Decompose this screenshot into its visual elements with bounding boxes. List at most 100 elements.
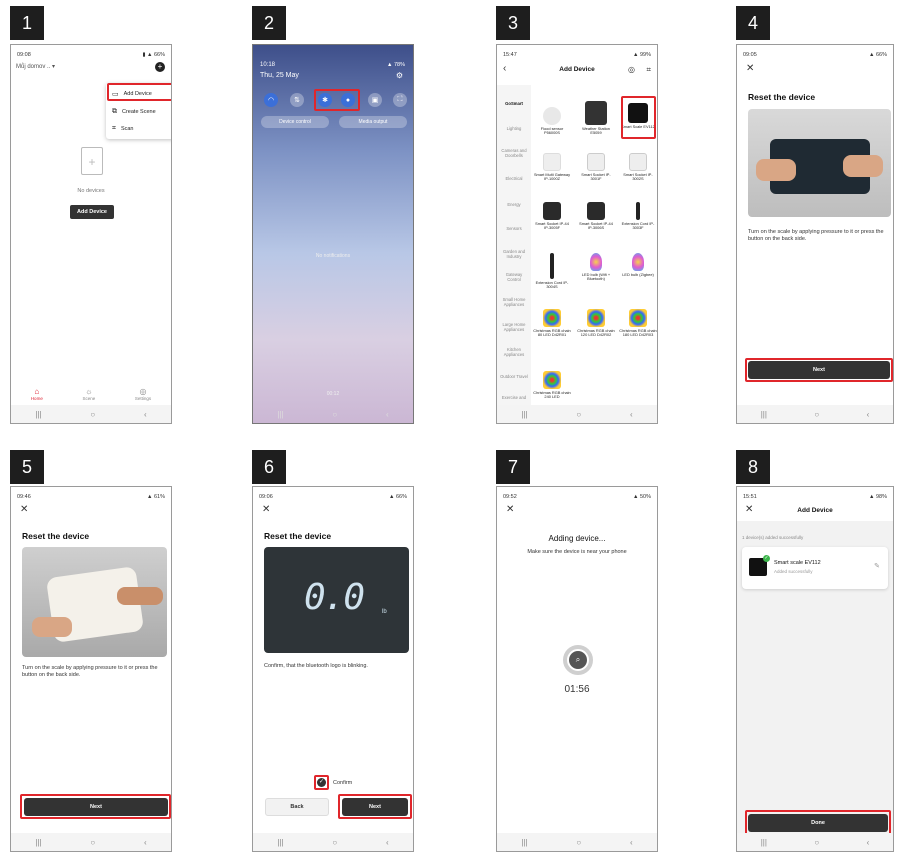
tab-settings[interactable]: ◎ Settings (135, 387, 151, 401)
back-icon[interactable]: ‹ (144, 410, 147, 419)
category-item[interactable]: Lighting (499, 126, 529, 131)
device-flood-sensor[interactable]: Flood sensor P56000S (533, 107, 571, 136)
back-icon[interactable]: ‹ (630, 410, 633, 419)
device-christmas-chain[interactable]: Christmas RGB chain 120 LED D42R02 (577, 309, 615, 338)
tab-scene[interactable]: ☼ Scene (82, 387, 95, 401)
category-item[interactable]: Small Home Appliances (499, 297, 529, 307)
status-bar: 09:46 ▲ 61% (17, 494, 165, 500)
edit-icon[interactable]: ✎ (874, 562, 880, 570)
data-toggle-icon[interactable]: ⇅ (290, 93, 304, 107)
media-output-button[interactable]: Media output (339, 116, 407, 128)
back-icon[interactable]: ‹ (386, 410, 389, 419)
socket-icon (587, 202, 605, 220)
device-led-bulb[interactable]: LED bulb (Wifi + Bluetooth) (577, 253, 615, 282)
arm-shape (117, 587, 163, 605)
recent-apps-icon[interactable]: ||| (521, 410, 527, 419)
device-control-button[interactable]: Device control (261, 116, 329, 128)
recent-apps-icon[interactable]: ||| (521, 838, 527, 847)
recent-apps-icon[interactable]: ||| (761, 838, 767, 847)
qr-scan-icon[interactable]: ⌗ (646, 65, 651, 75)
recent-apps-icon[interactable]: ||| (277, 838, 283, 847)
home-nav-icon[interactable]: ○ (576, 838, 581, 847)
category-item[interactable]: Gateway Control (499, 272, 529, 282)
highlight-add-device (107, 83, 171, 101)
screen-home: 09:08 ▮ ▲ 66% Můj domov .. ▾ + ▭ Add Devi… (10, 44, 172, 424)
subtitle: Make sure the device is near your phone (527, 549, 627, 555)
clock-text: 00:12 (326, 391, 340, 397)
home-nav-icon[interactable]: ○ (332, 410, 337, 419)
scan-target-icon[interactable]: ◎ (628, 65, 635, 74)
system-nav: ||| ○ ‹ (497, 405, 657, 423)
device-christmas-chain[interactable]: Christmas RGB chain 240 LED (533, 371, 571, 400)
bulb-icon (632, 253, 644, 271)
recent-apps-icon[interactable]: ||| (761, 410, 767, 419)
step-badge-7: 7 (496, 450, 530, 484)
back-icon[interactable]: ‹ (386, 838, 389, 847)
recent-apps-icon[interactable]: ||| (277, 410, 283, 419)
wifi-icon[interactable]: ◠ (264, 93, 278, 107)
recent-apps-icon[interactable]: ||| (35, 838, 41, 847)
device-extension-cord[interactable]: Extension Cord IP-3004S (533, 253, 571, 290)
hand-shape (756, 159, 796, 181)
menu-create-scene[interactable]: ⧉ Create Scene (112, 108, 156, 116)
device-weather-station[interactable]: Weather Station E5059 (577, 101, 615, 136)
screen-device-added: 15:51 ▲ 98% ✕ Add Device 1 device(s) add… (736, 486, 894, 852)
bulb-icon (590, 253, 602, 271)
system-nav: ||| ○ ‹ (497, 833, 657, 851)
back-icon[interactable]: ‹ (144, 838, 147, 847)
menu-scan[interactable]: ⌗ Scan (112, 125, 134, 133)
category-item[interactable]: Cameras and Doorbells (499, 148, 529, 158)
category-gosmart[interactable]: GoSmart (499, 101, 529, 106)
home-nav-icon[interactable]: ○ (814, 838, 819, 847)
scan-icon: ⌗ (112, 125, 116, 132)
recent-apps-icon[interactable]: ||| (35, 410, 41, 419)
tab-home[interactable]: ⌂ Home (31, 387, 43, 401)
screen-reset-device-2: 09:46 ▲ 61% ✕ Reset the device Turn on t… (10, 486, 172, 852)
category-item[interactable]: Electrical (499, 176, 529, 181)
category-item[interactable]: Garden and Industry (499, 249, 529, 259)
device-extension-cord[interactable]: Extension Cord IP-3003F (619, 202, 657, 231)
close-icon[interactable]: ✕ (746, 63, 754, 74)
home-nav-icon[interactable]: ○ (332, 838, 337, 847)
home-nav-icon[interactable]: ○ (576, 410, 581, 419)
back-icon[interactable]: ‹ (867, 838, 870, 847)
device-smart-socket[interactable]: Smart Socket IP-3002S (619, 153, 657, 182)
close-icon[interactable]: ✕ (20, 504, 28, 515)
back-icon[interactable]: ‹ (630, 838, 633, 847)
add-icon[interactable]: + (155, 62, 165, 72)
home-nav-icon[interactable]: ○ (90, 410, 95, 419)
home-nav-icon[interactable]: ○ (90, 838, 95, 847)
weather-station-icon (585, 101, 607, 125)
category-item[interactable]: Kitchen Appliances (499, 347, 529, 357)
category-item[interactable]: Large Home Appliances (499, 322, 529, 332)
tab-bar: ⌂ Home ☼ Scene ◎ Settings (11, 383, 171, 405)
system-nav: ||| ○ ‹ (11, 405, 171, 423)
device-christmas-chain[interactable]: Christmas RGB chain 80 LED D42R01 (533, 309, 571, 338)
close-icon[interactable]: ✕ (506, 504, 514, 515)
device-christmas-chain[interactable]: Christmas RGB chain 180 LED D42R03 (619, 309, 657, 338)
page-title: Adding device... (548, 534, 606, 543)
empty-file-icon: + (81, 147, 103, 175)
category-item[interactable]: Sensors (499, 226, 529, 231)
back-icon[interactable]: ‹ (867, 410, 870, 419)
category-item[interactable]: Outdoor Travel (499, 374, 529, 379)
back-button[interactable]: Back (265, 798, 329, 816)
device-gateway[interactable]: Smart Multi Gateway IP-1000Z (533, 153, 571, 182)
highlight-done (745, 810, 891, 835)
lights-icon (629, 309, 647, 327)
category-item[interactable]: Exercise and (499, 395, 529, 400)
device-smart-socket[interactable]: Smart Socket IP-3001F (577, 153, 615, 182)
add-device-button[interactable]: Add Device (70, 205, 114, 219)
settings-icon: ◎ (139, 387, 147, 396)
category-item[interactable]: Energy (499, 202, 529, 207)
device-smart-socket[interactable]: Smart Socket IP-44 IP-3006S (577, 202, 615, 231)
device-led-bulb[interactable]: LED bulb (Zigbee) (619, 253, 657, 277)
hand-shape (843, 155, 883, 177)
screen-icon[interactable]: ▣ (368, 93, 382, 107)
device-smart-socket[interactable]: Smart Socket IP-44 IP-3005F (533, 202, 571, 231)
home-nav-icon[interactable]: ○ (814, 410, 819, 419)
close-icon[interactable]: ✕ (262, 504, 270, 515)
screenshot-icon[interactable]: ⛶ (393, 93, 407, 107)
home-selector[interactable]: Můj domov .. ▾ (16, 63, 55, 70)
gear-icon[interactable]: ⚙ (396, 71, 403, 80)
